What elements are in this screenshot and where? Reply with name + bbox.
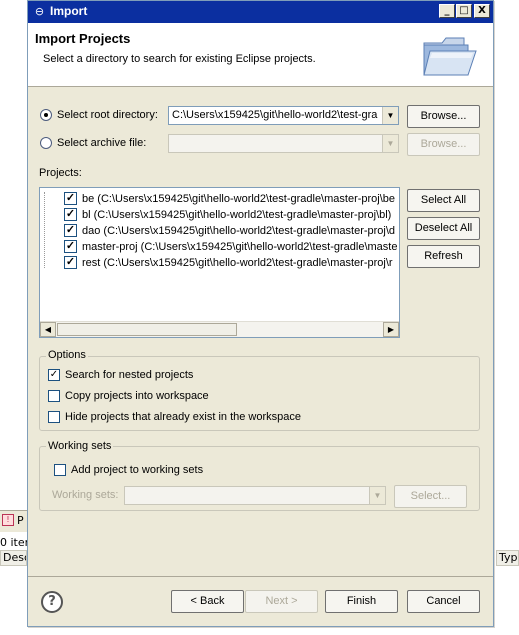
nested-projects-label[interactable]: Search for nested projects	[65, 369, 193, 381]
back-button[interactable]: < Back	[171, 590, 244, 613]
add-to-working-sets-label[interactable]: Add project to working sets	[71, 464, 203, 476]
working-sets-label: Working sets:	[52, 489, 119, 501]
finish-button[interactable]: Finish	[325, 590, 398, 613]
archive-file-label[interactable]: Select archive file:	[57, 137, 146, 149]
browse-root-button[interactable]: Browse...	[407, 105, 480, 128]
select-working-sets-button[interactable]: Select...	[394, 485, 467, 508]
root-directory-radio[interactable]	[40, 109, 52, 121]
project-label: be (C:\Users\x159425\git\hello-world2\te…	[82, 193, 396, 205]
project-checkbox[interactable]: ✓	[64, 208, 77, 221]
working-sets-combo[interactable]: ▼	[124, 486, 386, 505]
projects-list[interactable]: ✓ be (C:\Users\x159425\git\hello-world2\…	[39, 187, 400, 338]
project-label: rest (C:\Users\x159425\git\hello-world2\…	[82, 257, 393, 269]
working-sets-title: Working sets	[46, 440, 114, 452]
page-description: Select a directory to search for existin…	[43, 53, 316, 65]
projects-label: Projects:	[39, 167, 82, 179]
folder-icon	[423, 37, 477, 76]
project-label: bl (C:\Users\x159425\git\hello-world2\te…	[82, 209, 392, 221]
nested-projects-checkbox[interactable]: ✓	[48, 369, 60, 381]
root-directory-value: C:\Users\x159425\git\hello-world2\test-g…	[172, 109, 378, 121]
chevron-down-icon[interactable]: ▼	[369, 487, 385, 504]
chevron-down-icon[interactable]: ▼	[382, 135, 398, 152]
maximize-button[interactable]: □	[456, 4, 472, 18]
help-icon[interactable]: ?	[41, 591, 63, 613]
project-checkbox[interactable]: ✓	[64, 224, 77, 237]
minimize-button[interactable]: _	[439, 4, 455, 18]
window-title: Import	[50, 4, 88, 18]
background-tab-label[interactable]: P	[17, 514, 24, 527]
copy-projects-label[interactable]: Copy projects into workspace	[65, 390, 209, 402]
scrollbar-thumb[interactable]	[57, 323, 237, 336]
chevron-down-icon[interactable]: ▼	[382, 107, 398, 124]
project-checkbox[interactable]: ✓	[64, 256, 77, 269]
project-checkbox[interactable]: ✓	[64, 192, 77, 205]
refresh-button[interactable]: Refresh	[407, 245, 480, 268]
background-workbench-right	[494, 0, 519, 635]
dialog-header: Import Projects Select a directory to se…	[28, 23, 493, 87]
options-title: Options	[46, 349, 88, 361]
scroll-left-icon[interactable]: ◀	[40, 322, 56, 337]
project-checkbox[interactable]: ✓	[64, 240, 77, 253]
background-column-type[interactable]: Typ	[496, 550, 519, 566]
page-title: Import Projects	[35, 31, 131, 46]
root-directory-combo[interactable]: C:\Users\x159425\git\hello-world2\test-g…	[168, 106, 399, 125]
browse-archive-button[interactable]: Browse...	[407, 133, 480, 156]
title-bar[interactable]: ⊖ Import _ □ X	[28, 1, 493, 23]
select-all-button[interactable]: Select All	[407, 189, 480, 212]
background-column-description[interactable]: Desc	[0, 550, 27, 566]
close-button[interactable]: X	[474, 4, 490, 18]
problems-view-icon: !	[2, 514, 14, 526]
import-dialog: ⊖ Import _ □ X Import Projects Select a …	[27, 0, 494, 627]
hide-existing-checkbox[interactable]	[48, 411, 60, 423]
archive-file-combo[interactable]: ▼	[168, 134, 399, 153]
project-label: dao (C:\Users\x159425\git\hello-world2\t…	[82, 225, 396, 237]
eclipse-icon: ⊖	[34, 5, 45, 18]
deselect-all-button[interactable]: Deselect All	[407, 217, 480, 240]
horizontal-scrollbar[interactable]: ◀ ▶	[40, 321, 399, 337]
project-label: master-proj (C:\Users\x159425\git\hello-…	[82, 241, 398, 253]
archive-file-radio[interactable]	[40, 137, 52, 149]
root-directory-label[interactable]: Select root directory:	[57, 109, 158, 121]
add-to-working-sets-checkbox[interactable]	[54, 464, 66, 476]
footer-separator	[28, 576, 493, 577]
copy-projects-checkbox[interactable]	[48, 390, 60, 402]
next-button[interactable]: Next >	[245, 590, 318, 613]
cancel-button[interactable]: Cancel	[407, 590, 480, 613]
hide-existing-label[interactable]: Hide projects that already exist in the …	[65, 411, 301, 423]
scroll-right-icon[interactable]: ▶	[383, 322, 399, 337]
